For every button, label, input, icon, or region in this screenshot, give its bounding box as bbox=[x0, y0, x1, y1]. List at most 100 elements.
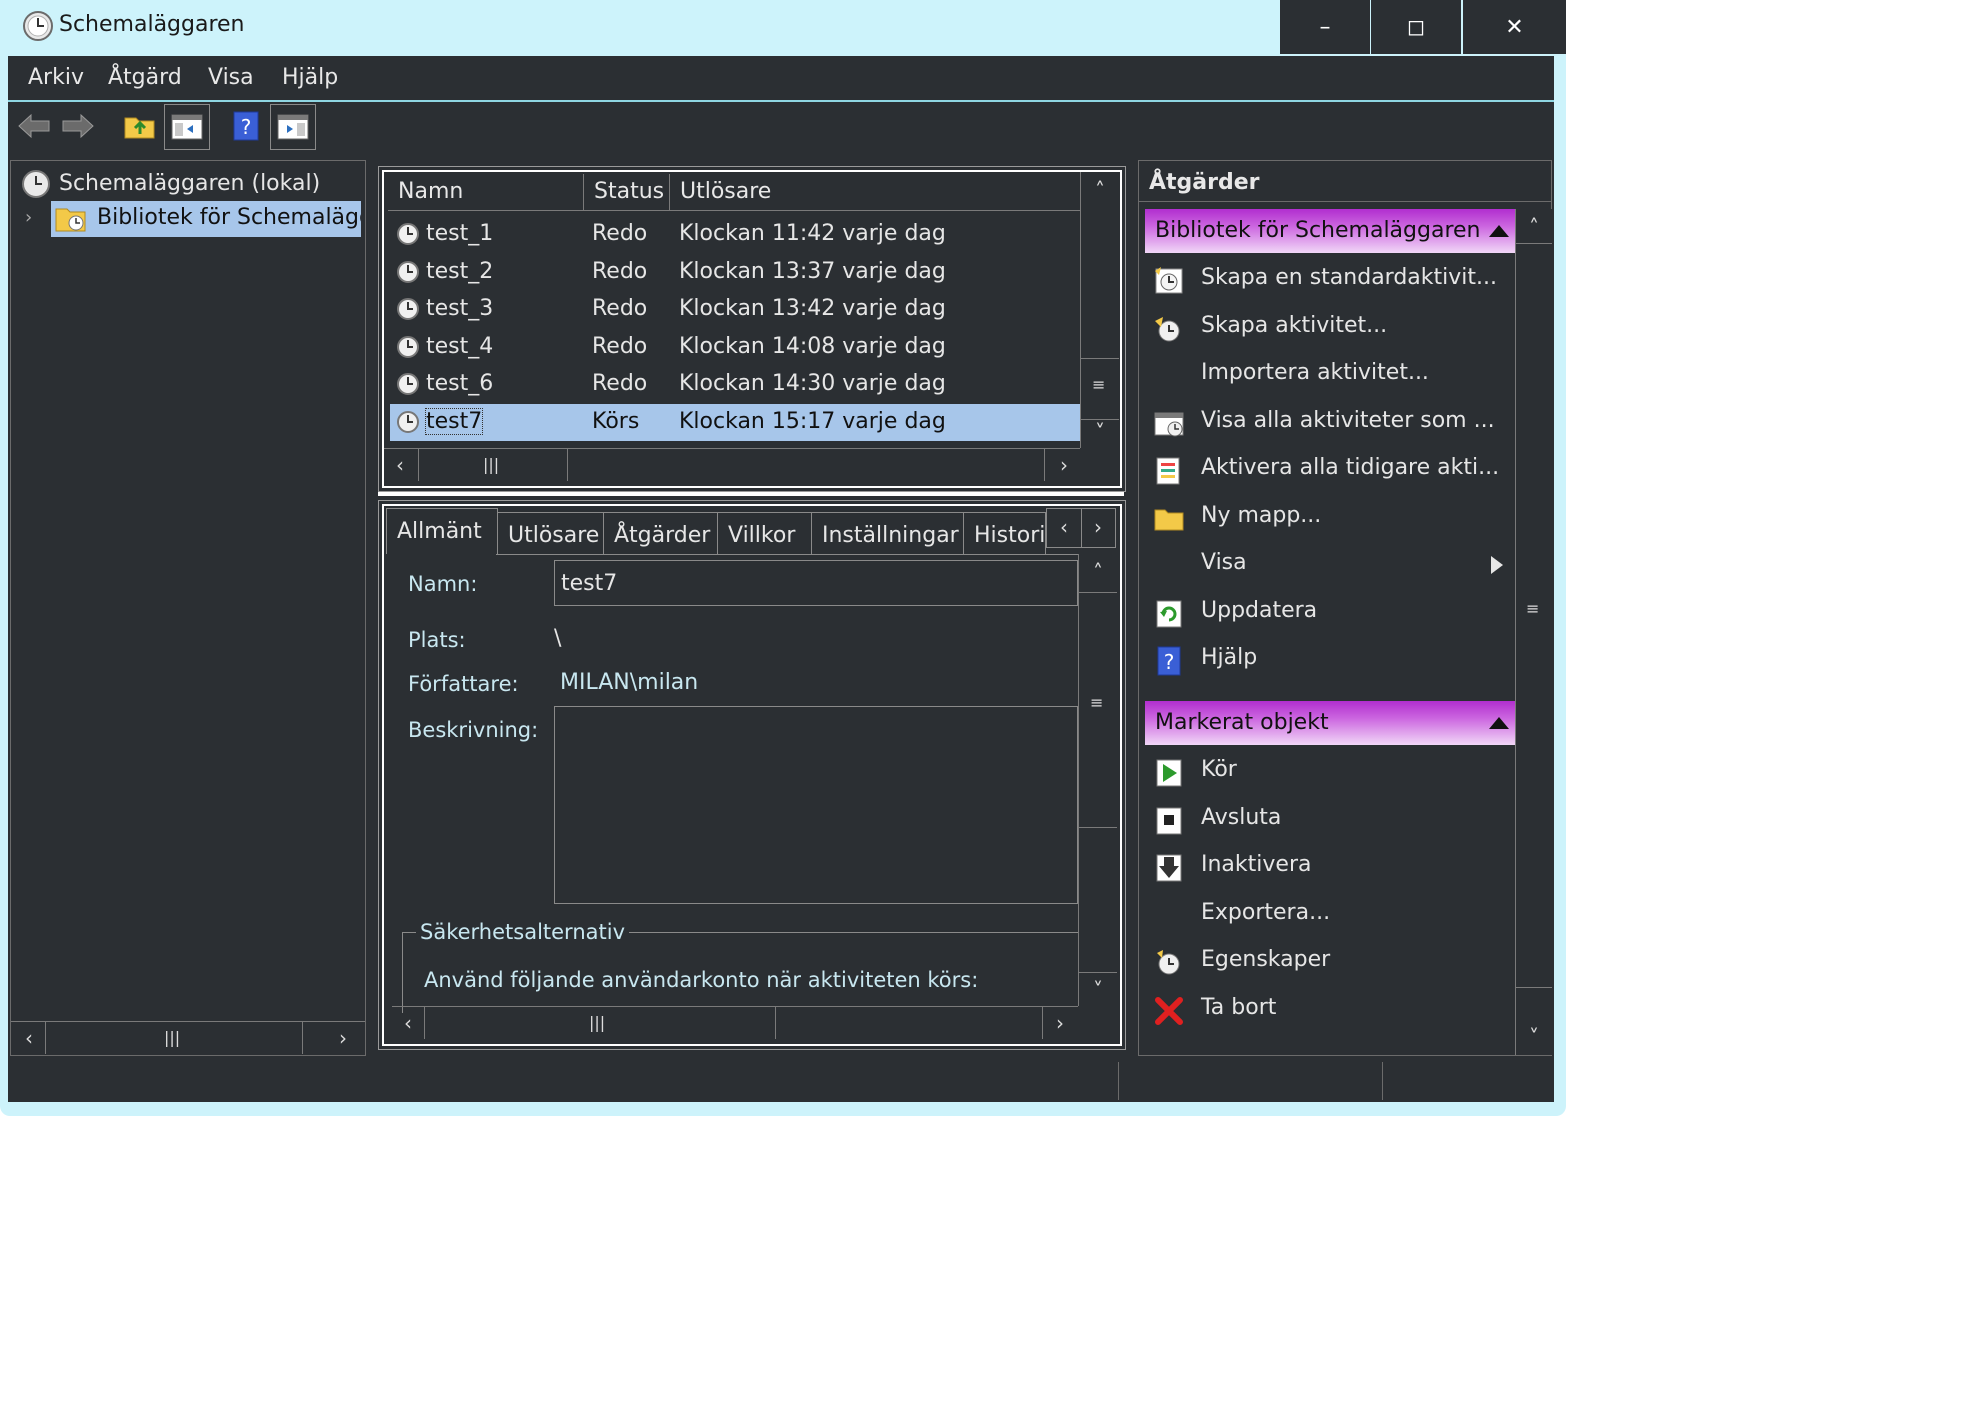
task-list-vertical-scrollbar[interactable]: ˄ ≡ ˅ bbox=[1080, 172, 1119, 448]
tab-conditions[interactable]: Villkor bbox=[718, 512, 812, 554]
task-trigger: Klockan 11:42 varje dag bbox=[679, 221, 946, 246]
column-header-name[interactable]: Namn bbox=[388, 174, 584, 210]
actions-pane-title: Åtgärder bbox=[1149, 170, 1260, 195]
title-bar: Schemaläggaren – ◻ ✕ bbox=[0, 0, 1566, 56]
column-header-status[interactable]: Status bbox=[584, 174, 670, 210]
scroll-left-icon[interactable]: ‹ bbox=[19, 1026, 39, 1050]
create-task-icon bbox=[1155, 316, 1180, 341]
task-trigger: Klockan 14:08 varje dag bbox=[679, 333, 946, 359]
pane-splitter[interactable] bbox=[378, 492, 1124, 496]
tab-general[interactable]: Allmänt bbox=[386, 508, 498, 554]
action-item[interactable]: Visa alla aktiviteter som ... bbox=[1145, 400, 1521, 446]
action-item[interactable]: ? Hjälp bbox=[1145, 637, 1521, 683]
console-tree: Schemaläggaren (lokal) › Bibliotek för S… bbox=[10, 160, 366, 1056]
task-row[interactable]: test_3 Redo Klockan 13:42 varje dag bbox=[390, 291, 1080, 328]
grip-icon: ≡ bbox=[1092, 375, 1106, 394]
tab-history[interactable]: Histori bbox=[964, 512, 1046, 554]
task-list-horizontal-scrollbar[interactable]: ‹ ||| › bbox=[384, 448, 1080, 483]
task-status: Redo bbox=[592, 296, 648, 321]
task-row[interactable]: test7 Körs Klockan 15:17 varje dag bbox=[390, 403, 1080, 441]
action-item[interactable]: Inaktivera bbox=[1145, 844, 1521, 890]
action-label: Egenskaper bbox=[1201, 947, 1331, 972]
action-item[interactable]: Kör bbox=[1145, 749, 1521, 795]
security-group-title: Säkerhetsalternativ bbox=[416, 920, 629, 944]
scroll-up-icon[interactable]: ˄ bbox=[1516, 215, 1552, 239]
tree-expand-chevron-icon[interactable]: › bbox=[25, 207, 45, 233]
tab-scroll-right-icon[interactable]: › bbox=[1085, 515, 1111, 539]
folder-icon bbox=[1154, 509, 1184, 530]
action-item[interactable]: Skapa aktivitet... bbox=[1145, 305, 1521, 351]
task-row[interactable]: test_6 Redo Klockan 14:30 varje dag bbox=[390, 366, 1080, 403]
name-field[interactable]: test7 bbox=[554, 560, 1078, 606]
task-name: test_3 bbox=[426, 296, 494, 321]
scroll-down-icon[interactable]: ˅ bbox=[1516, 1025, 1552, 1049]
scroll-right-icon[interactable]: › bbox=[1050, 1011, 1070, 1035]
scroll-down-icon[interactable]: ˅ bbox=[1079, 978, 1117, 1002]
run-icon bbox=[1156, 759, 1182, 787]
section-header-selected-item[interactable]: Markerat objekt bbox=[1145, 701, 1521, 745]
menu-bar: Arkiv Åtgärd Visa Hjälp bbox=[8, 56, 1554, 102]
tab-scroll-left-icon[interactable]: ‹ bbox=[1051, 515, 1077, 539]
tree-horizontal-scrollbar[interactable]: ‹ ||| › bbox=[11, 1021, 365, 1056]
up-folder-button[interactable] bbox=[118, 104, 162, 148]
tree-item-library[interactable]: Bibliotek för Schemalägga bbox=[51, 201, 361, 237]
maximize-button[interactable]: ◻ bbox=[1371, 0, 1461, 54]
close-button[interactable]: ✕ bbox=[1463, 0, 1566, 54]
scroll-thumb[interactable]: ≡ bbox=[1079, 592, 1117, 828]
menu-atgard[interactable]: Åtgärd bbox=[108, 65, 182, 90]
actions-vertical-scrollbar[interactable]: ˄ ≡ ˅ bbox=[1515, 209, 1552, 1055]
action-item[interactable]: Egenskaper bbox=[1145, 939, 1521, 985]
action-item[interactable]: Aktivera alla tidigare akti... bbox=[1145, 447, 1521, 493]
collapse-triangle-icon bbox=[1489, 225, 1509, 237]
action-item[interactable]: Ny mapp... bbox=[1145, 495, 1521, 541]
scroll-thumb[interactable]: ||| bbox=[45, 1022, 303, 1054]
scroll-down-icon[interactable]: ˅ bbox=[1081, 420, 1119, 444]
minimize-button[interactable]: – bbox=[1280, 0, 1370, 54]
scroll-thumb[interactable]: ≡ bbox=[1081, 358, 1119, 420]
section-header-library[interactable]: Bibliotek för Schemaläggaren bbox=[1145, 209, 1521, 253]
back-button[interactable] bbox=[12, 104, 56, 148]
tree-root[interactable]: Schemaläggaren (lokal) bbox=[19, 167, 359, 201]
scroll-thumb[interactable]: ||| bbox=[424, 1007, 776, 1039]
column-header-trigger[interactable]: Utlösare bbox=[670, 174, 1080, 210]
action-item[interactable]: Ta bort bbox=[1145, 987, 1521, 1033]
task-clock-icon bbox=[397, 298, 419, 320]
name-value: test7 bbox=[561, 571, 618, 596]
task-row[interactable]: test_4 Redo Klockan 14:08 varje dag bbox=[390, 329, 1080, 366]
forward-arrow-icon bbox=[62, 113, 94, 139]
tab-settings[interactable]: Inställningar bbox=[812, 512, 964, 554]
action-item[interactable]: Importera aktivitet... bbox=[1145, 352, 1521, 398]
action-label: Hjälp bbox=[1201, 645, 1258, 670]
scroll-up-icon[interactable]: ˄ bbox=[1081, 178, 1119, 202]
menu-hjalp[interactable]: Hjälp bbox=[282, 65, 338, 90]
details-vertical-scrollbar[interactable]: ˄ ≡ ˅ bbox=[1078, 554, 1117, 1006]
action-item[interactable]: Avsluta bbox=[1145, 797, 1521, 843]
tab-actions[interactable]: Åtgärder bbox=[604, 512, 718, 554]
details-horizontal-scrollbar[interactable]: ‹ ||| › bbox=[392, 1006, 1078, 1041]
action-item[interactable]: Visa bbox=[1145, 542, 1521, 588]
menu-arkiv[interactable]: Arkiv bbox=[28, 65, 84, 90]
action-item[interactable]: Exportera... bbox=[1145, 892, 1521, 938]
tab-triggers[interactable]: Utlösare bbox=[498, 512, 604, 554]
action-item[interactable]: Skapa en standardaktivit... bbox=[1145, 257, 1521, 303]
scroll-right-icon[interactable]: › bbox=[1054, 453, 1074, 477]
scroll-right-icon[interactable]: › bbox=[333, 1026, 353, 1050]
task-row[interactable]: test_2 Redo Klockan 13:37 varje dag bbox=[390, 254, 1080, 291]
description-field[interactable] bbox=[554, 706, 1078, 904]
grip-icon: ||| bbox=[483, 455, 500, 474]
action-item[interactable]: Uppdatera bbox=[1145, 590, 1521, 636]
task-status: Redo bbox=[592, 333, 648, 359]
scroll-thumb[interactable]: ||| bbox=[418, 449, 568, 481]
scroll-left-icon[interactable]: ‹ bbox=[398, 1011, 418, 1035]
help-button[interactable]: ? bbox=[224, 104, 268, 148]
scroll-up-icon[interactable]: ˄ bbox=[1079, 560, 1117, 584]
task-name: test_1 bbox=[426, 221, 494, 246]
show-hide-tree-button[interactable] bbox=[164, 104, 210, 150]
forward-button[interactable] bbox=[56, 104, 100, 148]
task-row[interactable]: test_1 Redo Klockan 11:42 varje dag bbox=[390, 216, 1080, 253]
action-label: Aktivera alla tidigare akti... bbox=[1201, 455, 1500, 480]
menu-visa[interactable]: Visa bbox=[208, 65, 254, 90]
scroll-left-icon[interactable]: ‹ bbox=[390, 453, 410, 477]
show-hide-action-pane-button[interactable] bbox=[270, 104, 316, 150]
refresh-icon bbox=[1156, 600, 1182, 627]
